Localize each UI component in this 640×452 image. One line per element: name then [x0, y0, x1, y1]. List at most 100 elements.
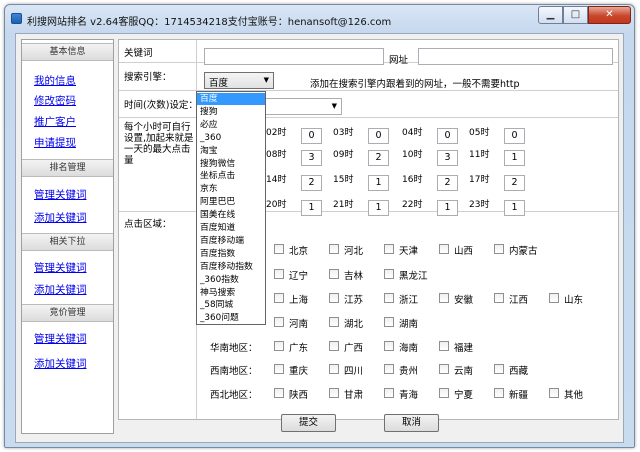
engine-option[interactable]: 京东 — [197, 183, 265, 195]
province-checkbox[interactable] — [274, 364, 284, 374]
link-manage-keywords-bidding[interactable]: 管理关键词 — [34, 331, 87, 346]
hour-count-input[interactable]: 2 — [368, 150, 389, 166]
sidebar: 基本信息 我的信息 修改密码 推广客户 申请提现 排名管理 管理关键词 添加关键… — [21, 39, 114, 434]
province-label: 浙江 — [399, 295, 419, 306]
province-checkbox[interactable] — [439, 341, 449, 351]
engine-option[interactable]: _360问题 — [197, 312, 265, 324]
engine-option[interactable]: 阿里巴巴 — [197, 196, 265, 208]
minimize-button[interactable]: ▁ — [538, 6, 563, 24]
province-checkbox[interactable] — [274, 244, 284, 254]
engine-option[interactable]: 百度指数 — [197, 248, 265, 260]
province-checkbox[interactable] — [274, 317, 284, 327]
hour-count-input[interactable]: 0 — [504, 128, 525, 144]
cancel-button[interactable]: 取消 — [384, 414, 439, 432]
engine-option[interactable]: 百度 — [197, 93, 265, 105]
province-checkbox[interactable] — [274, 341, 284, 351]
province-checkbox[interactable] — [329, 244, 339, 254]
engine-option[interactable]: 百度知道 — [197, 222, 265, 234]
hour-count-input[interactable]: 2 — [504, 175, 525, 191]
keyword-input[interactable] — [204, 48, 384, 65]
maximize-button[interactable]: □ — [563, 6, 588, 24]
engine-option[interactable]: 百度移动端 — [197, 235, 265, 247]
province-checkbox[interactable] — [384, 388, 394, 398]
section-header-basic-info[interactable]: 基本信息 — [22, 43, 113, 61]
link-withdraw[interactable]: 申请提现 — [34, 135, 76, 150]
close-button[interactable]: ✕ — [588, 6, 631, 24]
hour-count-input[interactable]: 0 — [437, 128, 458, 144]
link-my-info[interactable]: 我的信息 — [34, 73, 76, 88]
province-checkbox[interactable] — [384, 341, 394, 351]
hour-count-input[interactable]: 2 — [437, 175, 458, 191]
link-manage-keywords-rank[interactable]: 管理关键词 — [34, 187, 87, 202]
engine-option[interactable]: _360指数 — [197, 274, 265, 286]
province-checkbox[interactable] — [494, 244, 504, 254]
hour-count-input[interactable]: 1 — [368, 175, 389, 191]
province-checkbox[interactable] — [549, 388, 559, 398]
province-checkbox[interactable] — [329, 341, 339, 351]
hour-label: 21时 — [333, 200, 354, 210]
link-add-keywords-rank[interactable]: 添加关键词 — [34, 210, 87, 225]
hour-count-input[interactable]: 1 — [504, 150, 525, 166]
engine-option[interactable]: _360 — [197, 132, 265, 144]
engine-dropdown-list[interactable]: 百度 搜狗 必应 _360 淘宝 搜狗微信 坐标点击 京东 阿里巴巴 国美在线 百度知道 百度移动端百… — [196, 91, 266, 325]
hour-count-input[interactable]: 1 — [504, 200, 525, 216]
province-checkbox[interactable] — [439, 244, 449, 254]
province-checkbox[interactable] — [384, 293, 394, 303]
province-checkbox[interactable] — [384, 269, 394, 279]
engine-option[interactable]: 国美在线 — [197, 209, 265, 221]
engine-option[interactable]: 神马搜索 — [197, 287, 265, 299]
province-checkbox[interactable] — [274, 269, 284, 279]
engine-option[interactable]: _58同城 — [197, 299, 265, 311]
province-label: 西藏 — [509, 366, 529, 377]
section-header-bidding[interactable]: 竞价管理 — [22, 304, 113, 322]
hour-count-input[interactable]: 3 — [301, 150, 322, 166]
province-checkbox[interactable] — [439, 364, 449, 374]
hour-count-input[interactable]: 1 — [437, 200, 458, 216]
province-checkbox[interactable] — [329, 317, 339, 327]
province-label: 福建 — [454, 343, 474, 354]
province-checkbox[interactable] — [329, 364, 339, 374]
province-checkbox[interactable] — [384, 244, 394, 254]
engine-option[interactable]: 坐标点击 — [197, 170, 265, 182]
province-checkbox[interactable] — [384, 364, 394, 374]
title-bar[interactable]: 利搜网站排名 v2.64客服QQ：1714534218支付宝账号：henanso… — [5, 5, 634, 31]
province-checkbox[interactable] — [494, 364, 504, 374]
province-checkbox[interactable] — [384, 317, 394, 327]
submit-button[interactable]: 提交 — [281, 414, 336, 432]
province-checkbox[interactable] — [274, 293, 284, 303]
link-promote-customers[interactable]: 推广客户 — [34, 114, 76, 129]
url-input[interactable] — [418, 48, 613, 65]
engine-option[interactable]: 搜狗微信 — [197, 158, 265, 170]
section-header-dropdown[interactable]: 相关下拉 — [22, 233, 113, 251]
province-label: 内蒙古 — [509, 246, 538, 257]
province-label: 湖北 — [344, 319, 364, 330]
engine-option[interactable]: 搜狗 — [197, 106, 265, 118]
link-add-keywords-dropdown[interactable]: 添加关键词 — [34, 282, 87, 297]
hour-count-input[interactable]: 0 — [301, 128, 322, 144]
province-checkbox[interactable] — [439, 388, 449, 398]
hour-count-input[interactable]: 2 — [301, 175, 322, 191]
province-checkbox[interactable] — [494, 388, 504, 398]
province-checkbox[interactable] — [329, 293, 339, 303]
engine-option[interactable]: 百度移动指数 — [197, 261, 265, 273]
engine-select[interactable]: 百度 ▼ — [204, 72, 274, 89]
engine-option[interactable]: 淘宝 — [197, 145, 265, 157]
province-checkbox[interactable] — [494, 293, 504, 303]
hour-count-input[interactable]: 0 — [368, 128, 389, 144]
province-checkbox[interactable] — [329, 269, 339, 279]
province-checkbox[interactable] — [439, 293, 449, 303]
time-setting-label: 时间(次数)设定： — [124, 100, 198, 111]
province-checkbox[interactable] — [329, 388, 339, 398]
link-add-keywords-bidding[interactable]: 添加关键词 — [34, 356, 87, 371]
section-header-rank-manage[interactable]: 排名管理 — [22, 159, 113, 177]
province-label: 上海 — [289, 295, 309, 306]
window-title: 利搜网站排名 v2.64客服QQ：1714534218支付宝账号：henanso… — [27, 17, 392, 28]
province-checkbox[interactable] — [274, 388, 284, 398]
hour-count-input[interactable]: 1 — [368, 200, 389, 216]
link-manage-keywords-dropdown[interactable]: 管理关键词 — [34, 260, 87, 275]
engine-option[interactable]: 必应 — [197, 119, 265, 131]
hour-count-input[interactable]: 3 — [437, 150, 458, 166]
province-checkbox[interactable] — [549, 293, 559, 303]
link-change-password[interactable]: 修改密码 — [34, 93, 76, 108]
hour-count-input[interactable]: 1 — [301, 200, 322, 216]
